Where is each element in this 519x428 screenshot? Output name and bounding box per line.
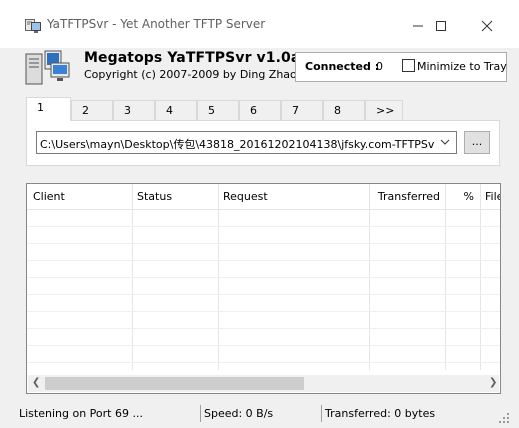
chevron-down-icon[interactable]: [439, 135, 451, 152]
scrollbar-thumb[interactable]: [45, 377, 304, 390]
tab-3[interactable]: 3: [113, 100, 155, 120]
column-header-request[interactable]: Request: [223, 184, 367, 209]
column-header-percent[interactable]: %: [446, 184, 474, 209]
tab-more[interactable]: >>: [365, 100, 403, 120]
maximize-button[interactable]: [419, 13, 463, 39]
status-port: Listening on Port 69 ...: [19, 407, 143, 420]
column-header-transferred[interactable]: Transferred: [370, 184, 440, 209]
app-header: Megatops YaTFTPSvr v1.0a Copyright (c) 2…: [16, 48, 510, 90]
title-bar[interactable]: YaTFTPSvr - Yet Another TFTP Server: [0, 0, 519, 48]
connection-status-box: Connected : 0 Minimize to Tray: [295, 52, 507, 82]
grid-line: [27, 345, 500, 346]
grid-line: [27, 311, 500, 312]
horizontal-scrollbar[interactable]: ❮ ❯: [28, 375, 499, 392]
tab-8[interactable]: 8: [323, 100, 365, 120]
grid-line: [27, 243, 500, 244]
window-title: YaTFTPSvr - Yet Another TFTP Server: [47, 17, 266, 31]
root-path-combobox[interactable]: C:\Users\mayn\Desktop\传包\43818_201612021…: [36, 131, 457, 154]
grid-line: [27, 328, 500, 329]
grid-line: [27, 362, 500, 363]
column-header-file[interactable]: File: [485, 184, 500, 209]
tab-7[interactable]: 7: [281, 100, 323, 120]
maximize-icon: [435, 21, 447, 35]
minimize-to-tray-checkbox[interactable]: [402, 59, 415, 72]
grid-line: [27, 294, 500, 295]
scroll-right-icon[interactable]: ❯: [489, 377, 497, 388]
resize-grip-icon[interactable]: [498, 412, 510, 424]
connected-label: Connected :: [305, 60, 380, 73]
column-header-client[interactable]: Client: [33, 184, 131, 209]
root-path-value[interactable]: C:\Users\mayn\Desktop\传包\43818_201612021…: [40, 136, 435, 152]
tab-4[interactable]: 4: [155, 100, 197, 120]
grid-line: [27, 277, 500, 278]
app-window: YaTFTPSvr - Yet Another TFTP Server Mega…: [0, 0, 519, 428]
copyright-text: Copyright (c) 2007-2009 by Ding Zhaojie: [84, 68, 310, 81]
tab-1[interactable]: 1: [26, 97, 71, 121]
app-icon: [25, 19, 41, 34]
browse-button[interactable]: ...: [464, 131, 490, 154]
server-logo-icon: [25, 50, 71, 86]
tab-6[interactable]: 6: [239, 100, 281, 120]
minimize-to-tray-label[interactable]: Minimize to Tray: [417, 60, 507, 73]
tab-2[interactable]: 2: [71, 100, 113, 120]
app-name: Megatops YaTFTPSvr v1.0a: [84, 50, 301, 66]
transfer-list[interactable]: Client Status Request Transferred % File…: [26, 183, 501, 394]
tab-5[interactable]: 5: [197, 100, 239, 120]
status-transferred: Transferred: 0 bytes: [325, 407, 436, 420]
list-header: Client Status Request Transferred % File: [27, 184, 500, 210]
grid-line: [27, 260, 500, 261]
connected-count: 0: [376, 60, 383, 73]
close-icon: [481, 20, 493, 35]
column-header-status[interactable]: Status: [137, 184, 217, 209]
scroll-left-icon[interactable]: ❮: [32, 377, 40, 388]
status-bar: Listening on Port 69 ... Speed: 0 B/s Tr…: [16, 403, 510, 424]
grid-line: [27, 226, 500, 227]
status-speed: Speed: 0 B/s: [204, 407, 274, 420]
close-button[interactable]: [465, 13, 509, 39]
